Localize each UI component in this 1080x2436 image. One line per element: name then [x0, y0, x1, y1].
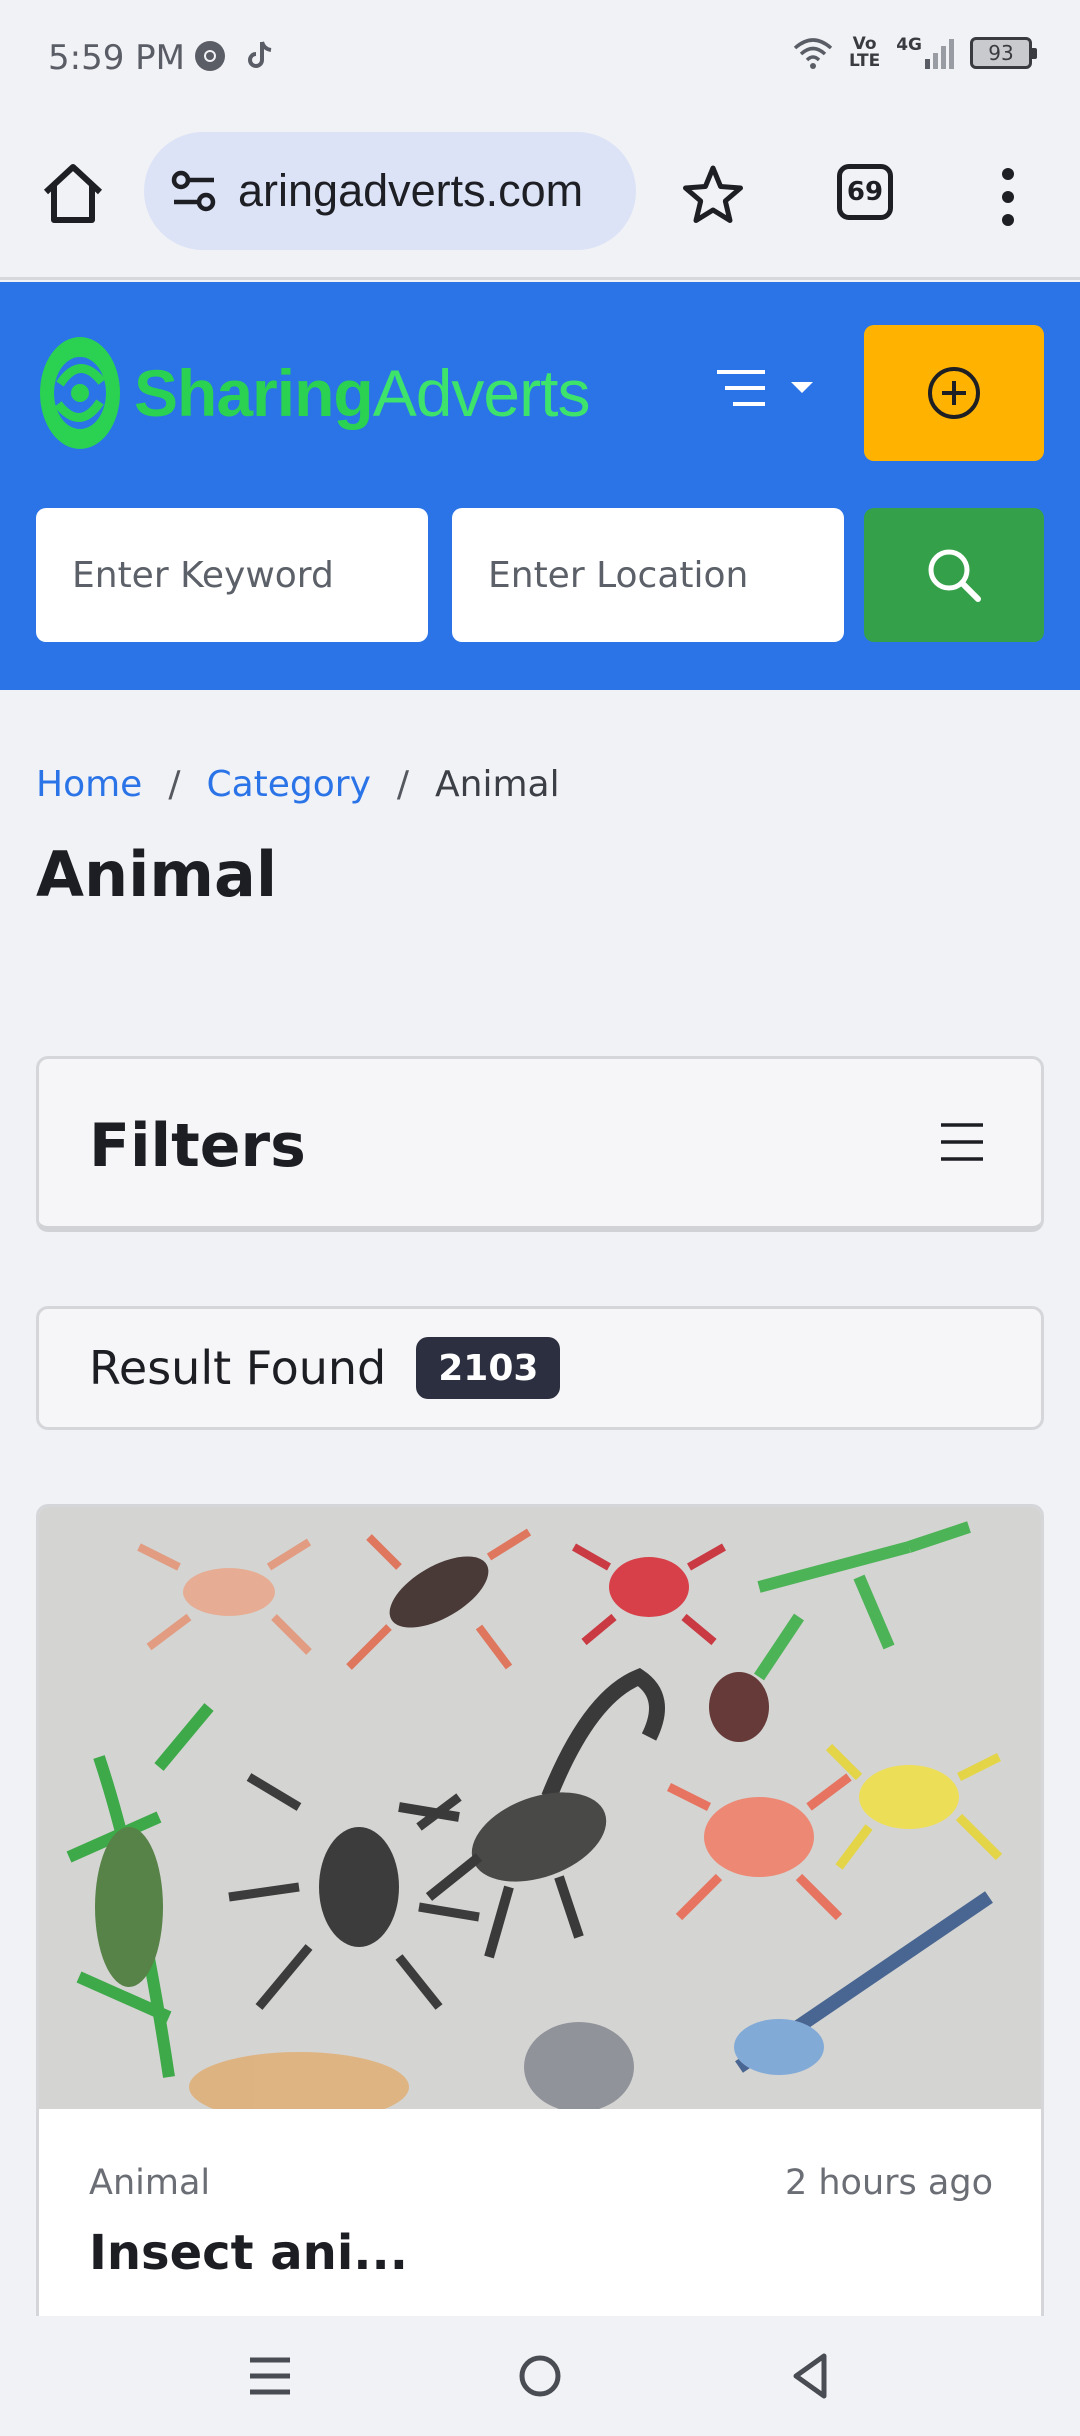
breadcrumb: Home / Category / Animal — [36, 764, 560, 805]
wifi-icon — [793, 38, 833, 69]
filters-panel[interactable]: Filters — [36, 1056, 1044, 1232]
volte-indicator: Vo LTE — [848, 34, 881, 71]
nav-menu-toggle-icon[interactable] — [715, 368, 819, 412]
site-logo[interactable]: SharingAdverts — [38, 334, 591, 452]
bookmark-star-icon[interactable] — [680, 162, 746, 228]
filters-menu-icon[interactable] — [939, 1121, 985, 1163]
site-header: SharingAdverts — [0, 282, 1080, 690]
add-circle-icon — [928, 367, 980, 419]
url-text[interactable]: aringadverts.com — [238, 165, 583, 217]
tab-switcher-button[interactable]: 69 — [837, 164, 893, 220]
tab-count: 69 — [846, 177, 884, 207]
chrome-icon — [195, 41, 225, 71]
status-bar: 5:59 PM Vo LTE 4G 93 — [0, 0, 1080, 118]
breadcrumb-separator: / — [168, 764, 181, 805]
listing-image[interactable] — [39, 1507, 1041, 2109]
signal-icon — [925, 39, 954, 69]
filters-title: Filters — [89, 1111, 306, 1181]
status-app-icons — [192, 38, 278, 74]
breadcrumb-current: Animal — [435, 764, 560, 805]
status-indicators: Vo LTE 4G 93 — [793, 34, 1037, 71]
listing-category: Animal — [89, 2163, 211, 2203]
search-button[interactable] — [864, 508, 1044, 642]
system-nav-bar — [0, 2316, 1080, 2436]
listing-title[interactable]: Insect ani... — [89, 2225, 408, 2281]
listing-card[interactable]: Animal 2 hours ago Insect ani... — [36, 1504, 1044, 2404]
status-time: 5:59 PM — [48, 38, 185, 78]
post-ad-button[interactable] — [864, 325, 1044, 461]
keyword-input[interactable] — [36, 508, 428, 642]
tiktok-icon — [248, 41, 272, 68]
home-icon[interactable] — [38, 158, 108, 228]
results-count-badge: 2103 — [416, 1337, 561, 1399]
location-input[interactable] — [452, 508, 844, 642]
recents-icon[interactable] — [240, 2346, 300, 2406]
page-title: Animal — [36, 838, 278, 911]
listing-time: 2 hours ago — [784, 2163, 993, 2203]
breadcrumb-home-link[interactable]: Home — [36, 764, 142, 805]
search-bar — [36, 508, 1044, 642]
address-bar[interactable]: aringadverts.com — [144, 132, 636, 250]
signal-indicator: 4G — [896, 37, 954, 69]
breadcrumb-separator: / — [396, 764, 410, 805]
browser-toolbar: aringadverts.com 69 — [0, 118, 1080, 280]
home-nav-icon[interactable] — [510, 2346, 570, 2406]
results-summary: Result Found 2103 — [36, 1306, 1044, 1430]
back-icon[interactable] — [780, 2346, 840, 2406]
battery-icon: 93 — [970, 37, 1037, 69]
search-icon — [928, 549, 981, 602]
results-label: Result Found — [89, 1341, 387, 1395]
breadcrumb-category-link[interactable]: Category — [206, 764, 370, 805]
logo-mark-icon — [40, 337, 120, 449]
site-settings-icon[interactable] — [168, 165, 220, 217]
logo-text-light: Adverts — [372, 356, 591, 430]
more-vert-icon[interactable] — [990, 164, 1026, 230]
logo-text-bold: Sharing — [134, 356, 374, 430]
